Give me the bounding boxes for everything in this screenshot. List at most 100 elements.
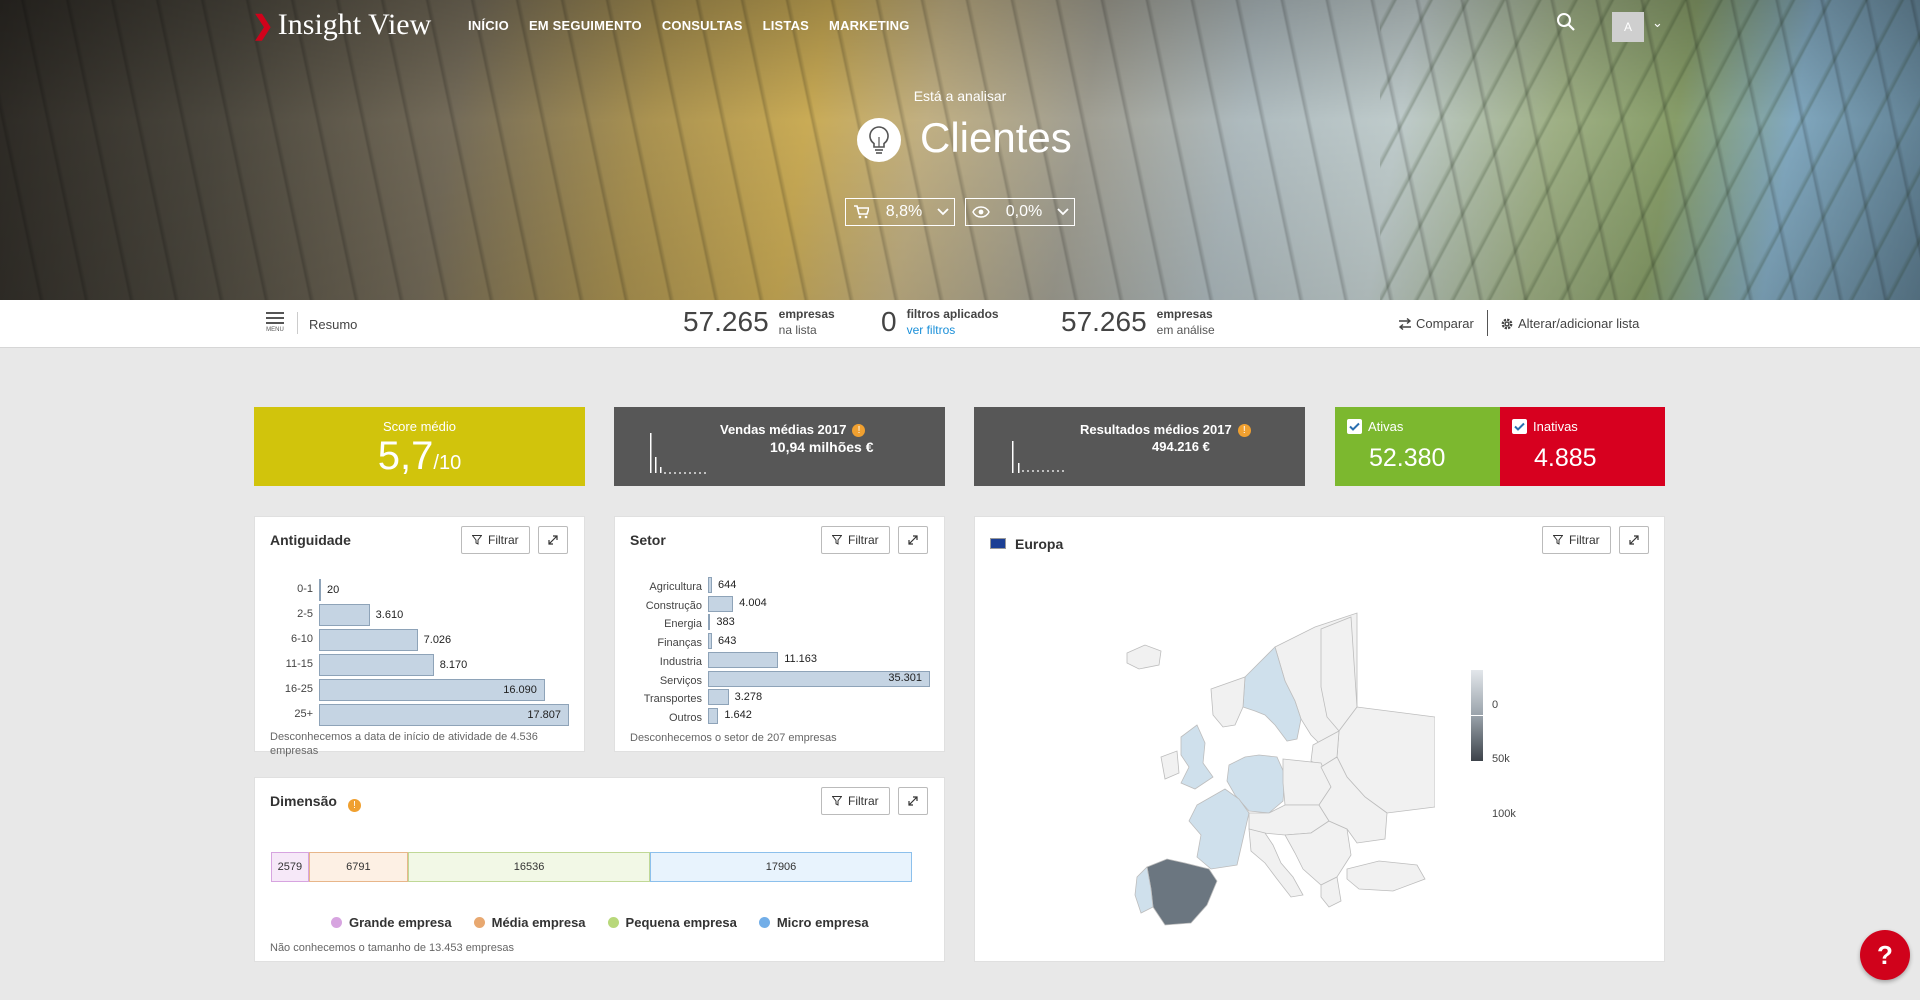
nav-item-em-seguimento[interactable]: EM SEGUIMENTO — [529, 18, 642, 33]
compare-button[interactable]: Comparar — [1398, 316, 1474, 331]
filter-button[interactable]: Filtrar — [1542, 526, 1611, 554]
app-logo[interactable]: ❯ Insight View — [252, 8, 431, 42]
filter-button[interactable]: Filtrar — [821, 787, 890, 815]
funnel-icon — [832, 796, 842, 806]
dimensao-segment[interactable]: 17906 — [650, 852, 912, 882]
summary-bar: MENU Resumo 57.265 empresas na lista 0 fi… — [0, 300, 1920, 348]
bar[interactable] — [319, 604, 370, 626]
bar[interactable] — [708, 614, 711, 631]
bar[interactable] — [708, 707, 719, 724]
info-icon[interactable]: ! — [348, 799, 361, 812]
bar[interactable] — [319, 629, 418, 651]
info-icon[interactable]: ! — [852, 424, 866, 437]
expand-button[interactable] — [538, 526, 568, 554]
score-suffix: /10 — [433, 452, 462, 474]
help-button[interactable]: ? — [1860, 930, 1910, 980]
eye-percentage-dropdown[interactable]: 0,0% — [965, 198, 1075, 226]
info-icon[interactable]: ! — [1237, 424, 1251, 437]
nav-menu: INÍCIO EM SEGUIMENTO CONSULTAS LISTAS MA… — [468, 18, 910, 33]
gear-icon — [1501, 318, 1513, 329]
filter-button[interactable]: Filtrar — [461, 526, 530, 554]
hamburger-icon — [266, 312, 284, 314]
eu-flag-icon — [990, 538, 1006, 549]
search-icon[interactable] — [1556, 12, 1576, 32]
bar[interactable] — [708, 651, 779, 668]
legend-item[interactable]: Média empresa — [473, 915, 586, 930]
legend-dot — [473, 917, 485, 928]
legend-item[interactable]: Pequena empresa — [607, 915, 737, 930]
checkbox-checked-icon[interactable] — [1512, 419, 1527, 434]
bar[interactable] — [319, 579, 321, 601]
bar-category-label: Agricultura — [649, 581, 702, 593]
bar-value-label: 35.301 — [888, 672, 922, 684]
score-card: Score médio 5,7/10 — [254, 407, 585, 486]
chevron-down-icon — [1052, 203, 1074, 221]
eye-icon — [966, 206, 996, 218]
legend-item[interactable]: Grande empresa — [331, 915, 452, 930]
active-value: 52.380 — [1369, 444, 1446, 472]
expand-icon — [1629, 535, 1639, 545]
legend-dot — [758, 917, 770, 928]
panel-note: Não conhecemos o tamanho de 13.453 empre… — [270, 942, 514, 954]
bar-value-label: 16.090 — [503, 683, 537, 696]
nav-item-marketing[interactable]: MARKETING — [829, 18, 910, 33]
view-filters-link[interactable]: ver filtros — [907, 323, 956, 337]
bar-value-label: 17.807 — [527, 708, 561, 721]
hamburger-icon-line — [266, 317, 284, 319]
legend-label: Pequena empresa — [625, 915, 737, 930]
filter-label: Filtrar — [848, 533, 879, 547]
top-nav: ❯ Insight View INÍCIO EM SEGUIMENTO CONSU… — [0, 0, 1920, 50]
legend-item[interactable]: Micro empresa — [758, 915, 869, 930]
bar[interactable] — [708, 689, 729, 706]
cart-percentage-dropdown[interactable]: 8,8% — [845, 198, 955, 226]
mini-bar-chart-icon — [650, 433, 706, 474]
bar-category-label: Transportes — [643, 693, 702, 706]
sales-card: Vendas médias 2017! 10,94 milhões € — [614, 407, 945, 486]
menu-label: MENU — [266, 327, 284, 333]
bar-value-label: 7.026 — [423, 633, 452, 646]
scale-tick — [1470, 669, 1484, 670]
bar[interactable] — [708, 633, 713, 650]
filter-button[interactable]: Filtrar — [821, 526, 890, 554]
bar-value-label: 20 — [327, 583, 340, 596]
dimensao-segment[interactable]: 16536 — [408, 852, 650, 882]
active-filter-box[interactable]: Ativas 52.380 — [1335, 407, 1500, 486]
europe-map[interactable] — [1125, 607, 1435, 947]
bar-category-label: 0-1 — [297, 583, 313, 595]
active-label: Ativas — [1368, 419, 1404, 434]
dimensao-segment[interactable]: 6791 — [308, 852, 409, 882]
filter-label: Filtrar — [1569, 533, 1600, 547]
eye-percentage-value: 0,0% — [1005, 203, 1043, 220]
checkbox-checked-icon[interactable] — [1347, 419, 1362, 434]
menu-button[interactable]: MENU — [264, 312, 286, 333]
nav-item-listas[interactable]: LISTAS — [763, 18, 809, 33]
dimensao-segment[interactable]: 2579 — [271, 852, 309, 882]
hero-banner: ❯ Insight View INÍCIO EM SEGUIMENTO CONSU… — [0, 0, 1920, 300]
bar-category-label: Outros — [668, 711, 702, 724]
expand-button[interactable] — [1619, 526, 1649, 554]
nav-item-inicio[interactable]: INÍCIO — [468, 18, 509, 33]
change-list-button[interactable]: Alterar/adicionar lista — [1500, 316, 1639, 331]
bar[interactable] — [708, 595, 734, 612]
results-value: 494.216 € — [1152, 439, 1210, 454]
bar[interactable] — [319, 654, 434, 676]
divider — [1487, 310, 1488, 336]
nav-item-consultas[interactable]: CONSULTAS — [662, 18, 743, 33]
lightbulb-icon — [857, 118, 901, 162]
chevron-down-icon[interactable]: ⌄ — [1652, 15, 1663, 31]
chevron-down-icon — [932, 203, 954, 221]
bar[interactable] — [708, 577, 713, 593]
cart-icon — [846, 205, 876, 219]
expand-button[interactable] — [898, 787, 928, 815]
panel-note: Desconhecemos o setor de 207 empresas — [630, 732, 837, 744]
inactive-filter-box[interactable]: Inativas 4.885 — [1500, 407, 1665, 486]
expand-button[interactable] — [898, 526, 928, 554]
bar-category-label: 2-5 — [297, 608, 313, 620]
avatar[interactable]: A — [1612, 12, 1644, 42]
filter-label: Filtrar — [488, 533, 519, 547]
compare-label: Comparar — [1416, 316, 1474, 331]
page-title: Clientes — [920, 114, 1072, 161]
bar-value-label: 383 — [716, 615, 735, 628]
bar-category-label: Energia — [664, 618, 702, 631]
results-card: Resultados médios 2017! 494.216 € — [974, 407, 1305, 486]
